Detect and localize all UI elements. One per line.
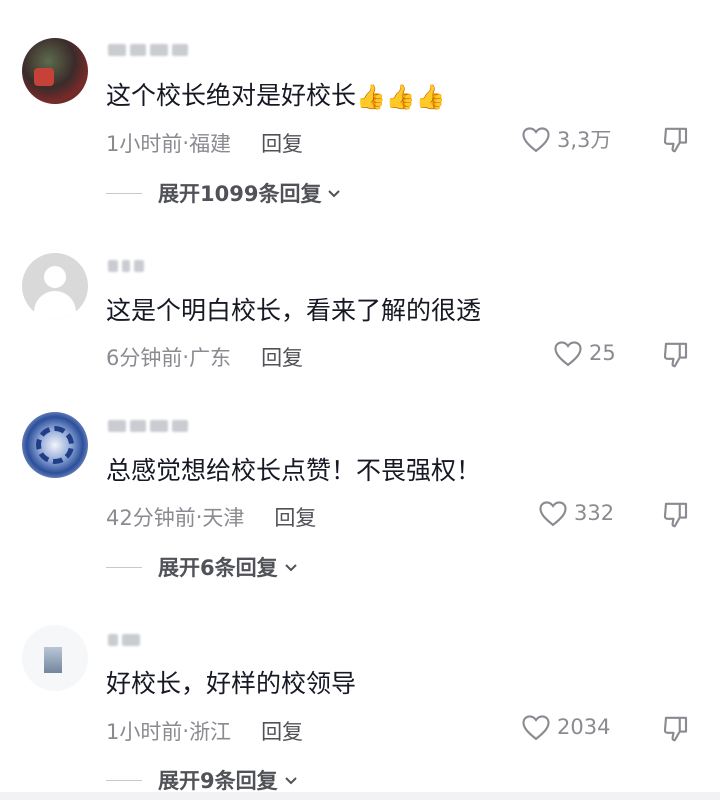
comment-text: 总感觉想给校长点赞！不畏强权！: [106, 455, 481, 487]
like-button[interactable]: 332: [538, 499, 614, 527]
comment-meta: 6分钟前 · 广东 回复: [106, 342, 303, 372]
like-count: 2034: [557, 715, 611, 739]
expand-label: 展开1099条回复: [158, 182, 322, 206]
heart-outline-icon: [522, 715, 550, 741]
bottom-divider: [0, 792, 720, 800]
comment-location: 广东: [189, 346, 232, 370]
heart-outline-icon: [522, 127, 550, 153]
comment-text-content: 这个校长绝对是好校长: [106, 81, 357, 110]
comment-meta: 1小时前 · 浙江 回复: [106, 716, 303, 746]
avatar[interactable]: [22, 253, 88, 319]
expand-label: 展开9条回复: [158, 769, 278, 793]
comment-location: 天津: [202, 506, 245, 530]
comment-text-content: 这是个明白校长，看来了解的很透: [106, 296, 482, 325]
comment-time: 1小时前: [106, 720, 183, 744]
dislike-button[interactable]: [661, 500, 691, 530]
comment-location: 浙江: [189, 720, 232, 744]
avatar[interactable]: [22, 412, 88, 478]
reply-button[interactable]: 回复: [261, 716, 303, 746]
like-count: 332: [574, 501, 615, 525]
avatar[interactable]: [22, 38, 88, 104]
chevron-down-icon: [328, 190, 341, 198]
expand-line: [106, 192, 142, 194]
thumbs-down-icon: [663, 342, 688, 368]
comment-meta: 42分钟前 · 天津 回复: [106, 502, 316, 532]
reply-button[interactable]: 回复: [274, 502, 316, 532]
comment-meta: 1小时前 · 福建 回复: [106, 128, 303, 158]
username-blurred[interactable]: [108, 632, 140, 648]
expand-replies-button[interactable]: 展开6条回复: [106, 552, 298, 582]
comment-time: 6分钟前: [106, 346, 183, 370]
meta-separator: ·: [195, 505, 203, 529]
comment-text: 这个校长绝对是好校长👍👍👍: [106, 80, 446, 113]
comment-text: 好校长，好样的校领导: [106, 668, 356, 700]
meta-separator: ·: [182, 719, 190, 743]
expand-label: 展开6条回复: [158, 556, 278, 580]
avatar[interactable]: [22, 625, 88, 691]
meta-separator: ·: [182, 131, 190, 155]
heart-outline-icon: [539, 501, 567, 527]
heart-outline-icon: [554, 341, 582, 367]
like-button[interactable]: 25: [553, 339, 616, 367]
reply-button[interactable]: 回复: [261, 128, 303, 158]
expand-replies-button[interactable]: 展开1099条回复: [106, 178, 341, 208]
expand-line: [106, 566, 142, 568]
like-button[interactable]: 3,3万: [521, 124, 611, 154]
dislike-button[interactable]: [661, 714, 691, 744]
reply-button[interactable]: 回复: [261, 342, 303, 372]
chevron-down-icon: [284, 777, 297, 785]
thumbs-up-emoji: 👍👍👍: [356, 83, 446, 111]
comment-text-content: 好校长，好样的校领导: [106, 669, 357, 698]
dislike-button[interactable]: [661, 125, 691, 155]
username-blurred[interactable]: [108, 418, 188, 434]
thumbs-down-icon: [663, 502, 688, 528]
username-blurred[interactable]: [108, 258, 144, 274]
like-button[interactable]: 2034: [521, 713, 610, 741]
thumbs-down-icon: [663, 716, 688, 742]
thumbs-down-icon: [663, 127, 688, 153]
expand-line: [106, 779, 142, 781]
meta-separator: ·: [182, 345, 190, 369]
avatar-body-shape: [34, 291, 76, 319]
comment-time: 42分钟前: [106, 506, 196, 530]
chevron-down-icon: [284, 564, 297, 572]
like-count: 3,3万: [557, 128, 612, 152]
comment-text: 这是个明白校长，看来了解的很透: [106, 295, 481, 327]
username-blurred[interactable]: [108, 42, 188, 58]
avatar-head-shape: [44, 266, 66, 288]
like-count: 25: [589, 341, 616, 365]
comment-location: 福建: [189, 132, 232, 156]
comment-time: 1小时前: [106, 132, 183, 156]
comment-text-content: 总感觉想给校长点赞！不畏强权！: [106, 456, 482, 485]
dislike-button[interactable]: [661, 340, 691, 370]
expand-replies-button[interactable]: 展开9条回复: [106, 765, 298, 795]
